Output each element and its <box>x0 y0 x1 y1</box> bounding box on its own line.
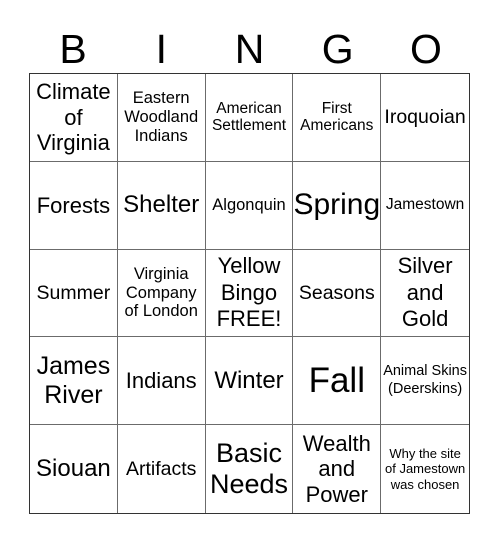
bingo-cell[interactable]: Silver and Gold <box>381 250 469 338</box>
bingo-cell[interactable]: American Settlement <box>205 74 294 162</box>
bingo-cell[interactable]: Forests <box>30 161 118 250</box>
bingo-cell[interactable]: Winter <box>205 337 294 426</box>
cell-label: Eastern Woodland Indians <box>124 88 199 145</box>
cell-label: Winter <box>214 366 284 394</box>
bingo-cell[interactable]: Siouan <box>30 425 118 513</box>
bingo-cell[interactable]: Eastern Woodland Indians <box>117 74 206 162</box>
cell-label: Siouan <box>36 455 111 483</box>
bingo-cell[interactable]: Climate of Virginia <box>30 74 118 162</box>
bingo-cell[interactable]: Artifacts <box>118 425 206 513</box>
bingo-cell[interactable]: Spring <box>293 161 382 250</box>
cell-label: Artifacts <box>125 457 197 480</box>
bingo-cell[interactable]: Summer <box>30 249 118 338</box>
header-letter-n: N <box>234 26 265 72</box>
bingo-cell[interactable]: James River <box>30 337 118 426</box>
cell-label: Algonquin <box>212 195 286 214</box>
cell-label: Shelter <box>123 191 200 219</box>
cell-label: James River <box>36 352 111 409</box>
cell-label: Why the site of Jamestown was chosen <box>384 445 466 492</box>
header-letter-o: O <box>409 26 442 72</box>
bingo-cell[interactable]: Why the site of Jamestown was chosen <box>381 425 469 513</box>
cell-label: American Settlement <box>211 99 287 135</box>
cell-label: Virginia Company of London <box>124 264 198 321</box>
bingo-cell[interactable]: Wealth and Power <box>293 425 382 513</box>
header-letter-i: I <box>155 26 167 72</box>
bingo-cell[interactable]: Indians <box>117 337 206 426</box>
cell-label: Silver and Gold <box>397 253 453 332</box>
cell-label: Fall <box>308 360 365 400</box>
cell-label: Animal Skins (Deerskins) <box>383 363 467 397</box>
cell-label: Seasons <box>298 281 375 304</box>
cell-label: Forests <box>36 192 111 218</box>
cell-label: Indians <box>125 368 197 394</box>
bingo-cell[interactable]: Animal Skins (Deerskins) <box>381 337 469 426</box>
cell-label: Basic Needs <box>209 438 288 500</box>
cell-label: Wealth and Power <box>302 431 371 507</box>
bingo-cell[interactable]: Virginia Company of London <box>117 249 206 338</box>
cell-label: Climate of Virginia <box>36 79 111 156</box>
cell-label: Jamestown <box>385 196 465 214</box>
bingo-cell[interactable]: First Americans <box>293 74 382 162</box>
free-space-cell[interactable]: Yellow Bingo FREE! <box>205 249 294 338</box>
cell-label: First Americans <box>300 99 374 135</box>
bingo-cell[interactable]: Jamestown <box>381 162 469 250</box>
bingo-cell[interactable]: Iroquoian <box>381 74 469 162</box>
bingo-cell[interactable]: Algonquin <box>205 161 294 250</box>
cell-label: Summer <box>36 281 111 304</box>
bingo-cell[interactable]: Fall <box>293 337 382 426</box>
bingo-cell[interactable]: Shelter <box>117 161 206 250</box>
bingo-cell[interactable]: Basic Needs <box>206 425 294 513</box>
cell-label: Spring <box>293 187 381 221</box>
bingo-grid: Climate of Virginia Eastern Woodland Ind… <box>29 73 470 514</box>
header-letter-g: G <box>321 26 354 72</box>
bingo-header: B I N G O <box>29 26 470 72</box>
bingo-cell[interactable]: Seasons <box>293 249 382 338</box>
header-letter-b: B <box>59 26 87 72</box>
free-space-label: Yellow Bingo FREE! <box>216 253 282 332</box>
cell-label: Iroquoian <box>384 106 466 129</box>
